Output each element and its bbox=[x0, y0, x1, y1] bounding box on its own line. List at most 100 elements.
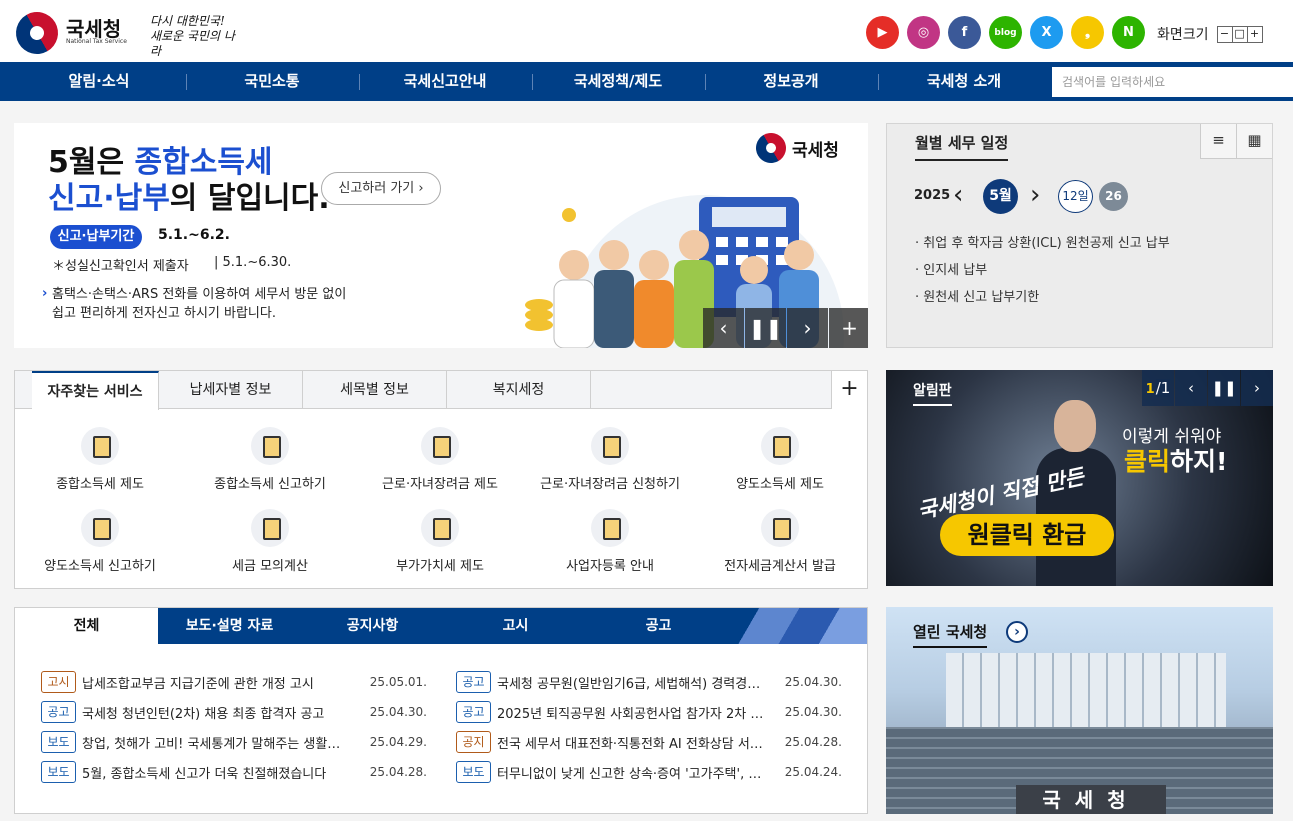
banner-next-button[interactable]: › bbox=[787, 308, 828, 348]
notice-prev-button[interactable]: ‹ bbox=[1175, 370, 1207, 406]
schedule-day-12[interactable]: 12일 bbox=[1058, 180, 1093, 213]
board-row[interactable]: 고시 납세조합교부금 지급기준에 관한 개정 고시 25.05.01. bbox=[41, 671, 427, 693]
board-row[interactable]: 공고 2025년 퇴직공무원 사회공헌사업 참가자 2차 … 25.04.30. bbox=[456, 701, 842, 723]
services-more-button[interactable]: + bbox=[831, 371, 867, 409]
service-label: 종합소득세 신고하기 bbox=[214, 477, 326, 492]
main-banner[interactable]: 5월은 종합소득세 신고·납부의 달입니다. 신고하러 가기 › 신고·납부기간… bbox=[14, 123, 868, 348]
service-label: 근로·자녀장려금 신청하기 bbox=[540, 477, 680, 492]
banner-brand: 국세청 bbox=[750, 127, 839, 169]
service-label: 사업자등록 안내 bbox=[566, 559, 654, 574]
board-row[interactable]: 공지 전국 세무서 대표전화·직통전화 AI 전화상담 서… 25.04.28. bbox=[456, 731, 842, 753]
youtube-icon[interactable]: ▶ bbox=[866, 16, 899, 49]
tab-gosi[interactable]: 고시 bbox=[444, 608, 587, 644]
board-row[interactable]: 공고 국세청 공무원(일반임기6급, 세법해석) 경력경… 25.04.30. bbox=[456, 671, 842, 693]
services-tabs: 자주찾는 서비스 납세자별 정보 세목별 정보 복지세정 + bbox=[15, 371, 867, 410]
schedule-day-26[interactable]: 26 bbox=[1099, 182, 1128, 211]
book-icon bbox=[421, 509, 459, 547]
sub-period: | 5.1.~6.30. bbox=[214, 255, 292, 270]
gnb-item-about[interactable]: 국세청 소개 bbox=[879, 62, 1049, 101]
board-row-title[interactable]: 창업, 첫해가 고비! 국세통계가 말해주는 생활… bbox=[82, 733, 367, 752]
service-item[interactable]: 근로·자녀장려금 신청하기 bbox=[525, 427, 695, 492]
category-badge: 공고 bbox=[456, 701, 491, 723]
board-row-date: 25.04.30. bbox=[369, 705, 427, 719]
notice-pause-button[interactable]: ❚❚ bbox=[1208, 370, 1240, 406]
schedule-item[interactable]: 원천세 신고 납부기한 bbox=[915, 284, 1170, 311]
gnb-item-news[interactable]: 알림·소식 bbox=[14, 62, 184, 101]
board-row-date: 25.04.24. bbox=[784, 765, 842, 779]
board-row[interactable]: 보도 터무니없이 낮게 신고한 상속·증여 '고가주택', … 25.04.24. bbox=[456, 761, 842, 783]
board-row-title[interactable]: 5월, 종합소득세 신고가 더욱 친절해졌습니다 bbox=[82, 763, 367, 782]
tab-gonggo[interactable]: 공고 bbox=[587, 608, 730, 644]
schedule-item[interactable]: 인지세 납부 bbox=[915, 257, 1170, 284]
tab-tax-item-info[interactable]: 세목별 정보 bbox=[303, 371, 447, 409]
board-row[interactable]: 보도 창업, 첫해가 고비! 국세통계가 말해주는 생활… 25.04.29. bbox=[41, 731, 427, 753]
board-row-title[interactable]: 납세조합교부금 지급기준에 관한 개정 고시 bbox=[82, 673, 367, 692]
board-row-date: 25.04.28. bbox=[369, 765, 427, 779]
list-view-icon[interactable]: ≡ bbox=[1200, 124, 1236, 159]
service-item[interactable]: 세금 모의계산 bbox=[185, 509, 355, 574]
notice-highlight: 클릭 bbox=[1124, 447, 1171, 476]
banner-prev-button[interactable]: ‹ bbox=[703, 308, 744, 348]
x-icon[interactable]: X bbox=[1030, 16, 1063, 49]
open-nts-panel[interactable]: 열린 국세청 › 국세청 bbox=[886, 607, 1273, 814]
instagram-icon[interactable]: ◎ bbox=[907, 16, 940, 49]
board-row[interactable]: 공고 국세청 청년인턴(2차) 채용 최종 합격자 공고 25.04.30. bbox=[41, 701, 427, 723]
banner-pause-button[interactable]: ❚❚ bbox=[745, 308, 786, 348]
form-icon bbox=[591, 427, 629, 465]
prev-month-button[interactable]: ‹ bbox=[953, 180, 963, 210]
board-row-title[interactable]: 터무니없이 낮게 신고한 상속·증여 '고가주택', … bbox=[497, 763, 782, 782]
chevron-right-icon[interactable]: › bbox=[1006, 621, 1028, 643]
font-decrease-button[interactable]: − bbox=[1216, 25, 1233, 43]
service-label: 양도소득세 제도 bbox=[736, 477, 824, 492]
calendar-view-icon[interactable]: ▦ bbox=[1236, 124, 1272, 159]
banner-text: 의 달입니다. bbox=[169, 181, 330, 216]
search-input[interactable]: 검색어를 입력하세요 bbox=[1052, 67, 1293, 97]
facebook-icon[interactable]: f bbox=[948, 16, 981, 49]
header: 국세청 National Tax Service 다시 대한민국! 새로운 국민… bbox=[0, 0, 1293, 62]
nts-logo-icon[interactable] bbox=[8, 4, 66, 62]
slide-total: /1 bbox=[1155, 379, 1171, 397]
gnb-item-tax-filing[interactable]: 국세신고안내 bbox=[360, 62, 530, 101]
kakao-story-icon[interactable]: ❟ bbox=[1071, 16, 1104, 49]
service-item[interactable]: 종합소득세 신고하기 bbox=[185, 427, 355, 492]
tab-frequent-services[interactable]: 자주찾는 서비스 bbox=[32, 371, 159, 410]
board-row[interactable]: 보도 5월, 종합소득세 신고가 더욱 친절해졌습니다 25.04.28. bbox=[41, 761, 427, 783]
tab-all[interactable]: 전체 bbox=[15, 608, 158, 644]
board-row-date: 25.04.30. bbox=[784, 675, 842, 689]
font-increase-button[interactable]: + bbox=[1246, 25, 1263, 43]
service-item[interactable]: 부가가치세 제도 bbox=[355, 509, 525, 574]
gnb-item-disclosure[interactable]: 정보공개 bbox=[706, 62, 876, 101]
service-item[interactable]: 종합소득세 제도 bbox=[15, 427, 185, 492]
slide-counter: 1/1 bbox=[1142, 370, 1174, 406]
board-row-title[interactable]: 국세청 청년인턴(2차) 채용 최종 합격자 공고 bbox=[82, 703, 367, 722]
gnb-item-policy[interactable]: 국세정책/제도 bbox=[533, 62, 703, 101]
banner-cta-button[interactable]: 신고하러 가기 › bbox=[321, 172, 441, 205]
service-label: 종합소득세 제도 bbox=[56, 477, 144, 492]
schedule-item[interactable]: 취업 후 학자금 상환(ICL) 원천공제 신고 납부 bbox=[915, 230, 1169, 257]
font-reset-button[interactable]: □ bbox=[1231, 25, 1248, 43]
notice-board-banner[interactable]: 알림판 1/1 ‹ ❚❚ › 이렇게 쉬워야 클릭하지! 국세청이 직접 만든 … bbox=[886, 370, 1273, 586]
service-item[interactable]: 양도소득세 신고하기 bbox=[15, 509, 185, 574]
gnb-item-communication[interactable]: 국민소통 bbox=[187, 62, 357, 101]
banner-desc-line: 쉽고 편리하게 전자신고 하시기 바랍니다. bbox=[52, 306, 276, 321]
board-row-title[interactable]: 국세청 공무원(일반임기6급, 세법해석) 경력경… bbox=[497, 673, 782, 692]
next-month-button[interactable]: › bbox=[1030, 180, 1040, 210]
notice-next-button[interactable]: › bbox=[1241, 370, 1273, 406]
notice-board-title: 알림판 bbox=[913, 380, 952, 406]
naver-post-icon[interactable]: N bbox=[1112, 16, 1145, 49]
font-size-label: 화면크기 bbox=[1157, 27, 1209, 43]
tab-press[interactable]: 보도·설명 자료 bbox=[158, 608, 301, 644]
tax-schedule-title[interactable]: 월별 세무 일정 bbox=[915, 132, 1009, 161]
service-item[interactable]: 전자세금계산서 발급 bbox=[695, 509, 865, 574]
service-item[interactable]: 사업자등록 안내 bbox=[525, 509, 695, 574]
board-row-title[interactable]: 2025년 퇴직공무원 사회공헌사업 참가자 2차 … bbox=[497, 703, 782, 722]
banner-more-button[interactable]: + bbox=[829, 308, 868, 348]
board-row-title[interactable]: 전국 세무서 대표전화·직통전화 AI 전화상담 서… bbox=[497, 733, 782, 752]
service-item[interactable]: 근로·자녀장려금 제도 bbox=[355, 427, 525, 492]
tab-welfare[interactable]: 복지세정 bbox=[447, 371, 591, 409]
service-item[interactable]: 양도소득세 제도 bbox=[695, 427, 865, 492]
tab-taxpayer-info[interactable]: 납세자별 정보 bbox=[159, 371, 303, 409]
tab-notices[interactable]: 공지사항 bbox=[301, 608, 444, 644]
blog-icon[interactable]: blog bbox=[989, 16, 1022, 49]
service-label: 전자세금계산서 발급 bbox=[724, 559, 836, 574]
